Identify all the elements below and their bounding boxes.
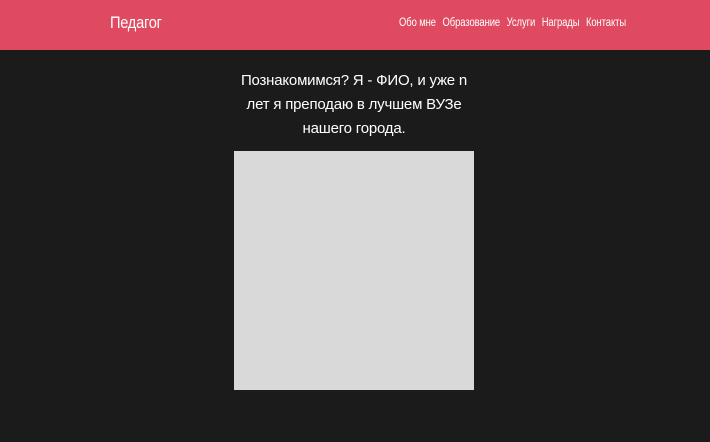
nav-item-about[interactable]: Обо мне (399, 17, 436, 29)
nav-item-services[interactable]: Услуги (507, 17, 536, 29)
nav-item-contacts[interactable]: Контакты (586, 17, 626, 29)
site-logo[interactable]: Педагог (110, 13, 162, 33)
photo-placeholder (234, 151, 474, 390)
intro-text: Познакомимся? Я - ФИО, и уже n лет я пре… (234, 69, 474, 141)
nav-item-awards[interactable]: Награды (542, 17, 580, 29)
page: Педагог Обо мне Образование Услуги Награ… (0, 0, 710, 442)
intro-line: лет я преподаю в лучшем ВУЗе (246, 96, 462, 113)
site-header: Педагог Обо мне Образование Услуги Награ… (0, 0, 710, 50)
intro-line: нашего города. (302, 120, 406, 137)
intro-line: Познакомимся? Я - ФИО, и уже n (240, 72, 468, 89)
main-nav: Обо мне Образование Услуги Награды Конта… (399, 17, 626, 29)
nav-item-education[interactable]: Образование (443, 17, 501, 29)
